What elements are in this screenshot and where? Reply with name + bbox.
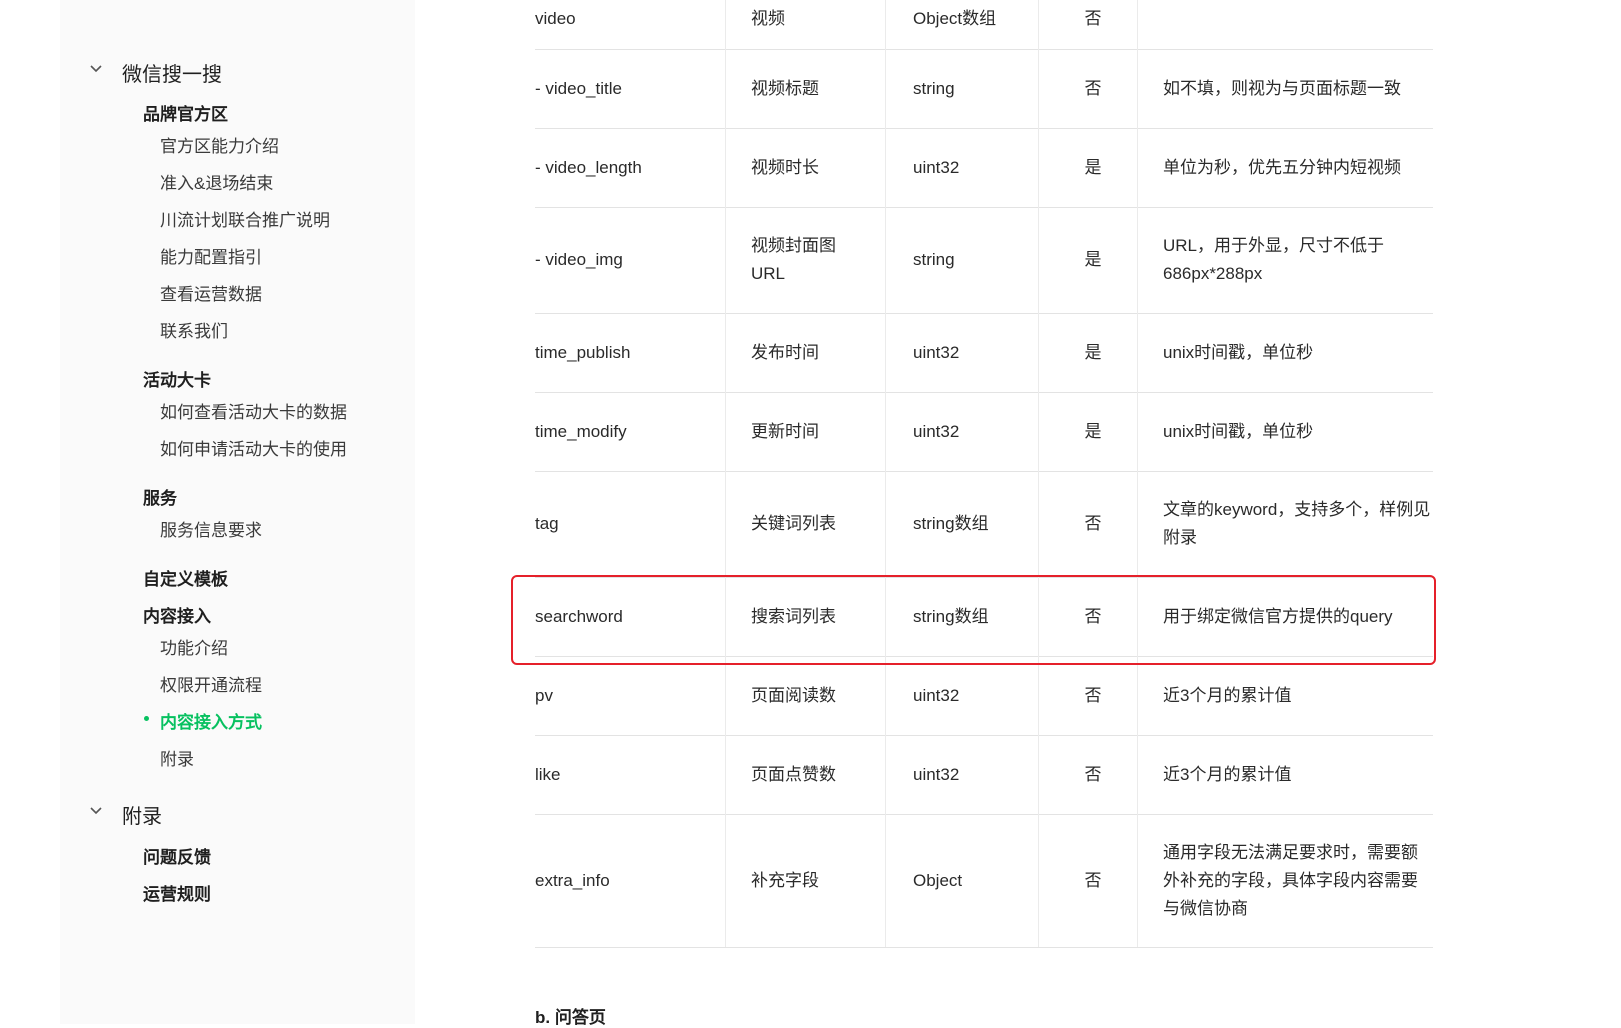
sidebar-group-weixin-search[interactable]: 微信搜一搜 (90, 58, 222, 87)
field-note-cell: 如不填，则视为与页面标题一致 (1163, 78, 1401, 98)
field-desc-cell: 页面阅读数 (751, 685, 836, 705)
sidebar-item[interactable]: 查看运营数据 (160, 280, 262, 305)
field-note-cell: unix时间戳，单位秒 (1163, 342, 1314, 362)
field-note-cell: unix时间戳，单位秒 (1163, 421, 1314, 441)
field-required-cell: 否 (1084, 870, 1102, 890)
table-row: pv 页面阅读数 uint32 否 近3个月的累计值 (535, 656, 1433, 736)
field-name-cell: - video_img (535, 250, 623, 269)
field-desc-cell: 视频时长 (751, 157, 819, 177)
field-required-cell: 否 (1084, 514, 1102, 533)
field-note-cell: 近3个月的累计值 (1163, 685, 1292, 705)
field-required-cell: 是 (1084, 421, 1102, 441)
field-name-cell: - video_title (535, 78, 622, 98)
table-row: time_publish 发布时间 uint32 是 unix时间戳，单位秒 (535, 313, 1433, 393)
field-type-cell: uint32 (913, 764, 960, 784)
field-desc-cell: 更新时间 (751, 421, 819, 441)
sidebar-item[interactable]: 官方区能力介绍 (160, 132, 279, 157)
sidebar-item[interactable]: 如何申请活动大卡的使用 (160, 435, 347, 460)
field-desc-cell: 视频封面图URL (751, 236, 836, 283)
sidebar-group-appendix[interactable]: 附录 (90, 800, 162, 829)
field-required-cell: 否 (1084, 764, 1102, 784)
active-bullet-icon (144, 716, 149, 721)
sidebar-item[interactable]: 能力配置指引 (160, 243, 262, 268)
table-row: like 页面点赞数 uint32 否 近3个月的累计值 (535, 735, 1433, 815)
field-name-cell: video (535, 8, 576, 28)
field-required-cell: 否 (1084, 685, 1102, 705)
field-type-cell: string数组 (913, 514, 989, 533)
field-type-cell: uint32 (913, 342, 960, 362)
chevron-down-icon (90, 64, 102, 75)
field-type-cell: string (913, 250, 955, 269)
field-type-cell: uint32 (913, 157, 960, 177)
sidebar-nav: 微信搜一搜 品牌官方区 官方区能力介绍 准入&退场结束 川流计划联合推广说明 能… (60, 0, 415, 1024)
chevron-down-icon (90, 806, 102, 817)
highlight-box (511, 575, 1436, 665)
field-name-cell: pv (535, 685, 553, 705)
field-required-cell: 是 (1084, 157, 1102, 177)
field-name-cell: tag (535, 514, 559, 533)
field-type-cell: string (913, 78, 955, 98)
field-type-cell: Object (913, 870, 963, 890)
sidebar-item[interactable]: 权限开通流程 (160, 671, 262, 696)
field-name-cell: time_modify (535, 421, 627, 441)
sidebar-group-title: 微信搜一搜 (122, 64, 222, 86)
field-note-cell: 通用字段无法满足要求时，需要额外补充的字段，具体字段内容需要与微信协商 (1163, 842, 1418, 918)
sidebar-item[interactable]: 川流计划联合推广说明 (160, 206, 330, 231)
sidebar-section-rules[interactable]: 运营规则 (143, 880, 211, 905)
sidebar-section-custom-template[interactable]: 自定义模板 (143, 565, 228, 590)
field-required-cell: 是 (1084, 250, 1102, 269)
sidebar-item[interactable]: 附录 (160, 745, 194, 770)
table-row: time_modify 更新时间 uint32 是 unix时间戳，单位秒 (535, 392, 1433, 472)
table-row: - video_img 视频封面图URL string 是 URL，用于外显，尺… (535, 207, 1433, 314)
field-desc-cell: 补充字段 (751, 870, 819, 890)
sidebar-item[interactable]: 如何查看活动大卡的数据 (160, 398, 347, 423)
field-type-cell: uint32 (913, 685, 960, 705)
table-row: - video_title 视频标题 string 否 如不填，则视为与页面标题… (535, 49, 1433, 129)
field-name-cell: - video_length (535, 157, 642, 177)
table-row: tag 关键词列表 string数组 否 文章的keyword，支持多个，样例见… (535, 471, 1433, 578)
field-name-cell: like (535, 764, 561, 784)
sidebar-item-label: 内容接入方式 (160, 713, 262, 732)
sidebar-section-brand-zone[interactable]: 品牌官方区 (143, 100, 228, 125)
field-name-cell: extra_info (535, 870, 610, 890)
sidebar-item[interactable]: 准入&退场结束 (160, 169, 273, 194)
sidebar-item[interactable]: 服务信息要求 (160, 516, 262, 541)
sidebar-item[interactable]: 联系我们 (160, 317, 228, 342)
field-note-cell: 文章的keyword，支持多个，样例见附录 (1163, 500, 1431, 547)
field-desc-cell: 页面点赞数 (751, 764, 836, 784)
field-type-cell: uint32 (913, 421, 960, 441)
field-note-cell: 近3个月的累计值 (1163, 764, 1292, 784)
field-desc-cell: 视频标题 (751, 78, 819, 98)
field-required-cell: 是 (1084, 342, 1102, 362)
section-heading: b. 问答页 (535, 1008, 606, 1027)
field-required-cell: 否 (1084, 78, 1102, 98)
field-name-cell: time_publish (535, 342, 631, 362)
field-required-cell: 否 (1084, 8, 1102, 28)
field-note-cell: URL，用于外显，尺寸不低于686px*288px (1163, 236, 1385, 283)
table-row: - video_length 视频时长 uint32 是 单位为秒，优先五分钟内… (535, 128, 1433, 208)
field-desc-cell: 视频 (751, 8, 785, 28)
sidebar-group-title: 附录 (122, 806, 162, 828)
field-type-cell: Object数组 (913, 8, 997, 28)
table-row: video 视频 Object数组 否 (535, 0, 1433, 50)
sidebar-section-feedback[interactable]: 问题反馈 (143, 843, 211, 868)
field-desc-cell: 发布时间 (751, 342, 819, 362)
table-row: extra_info 补充字段 Object 否 通用字段无法满足要求时，需要额… (535, 814, 1433, 948)
field-note-cell (1163, 0, 1431, 49)
sidebar-item[interactable]: 功能介绍 (160, 634, 228, 659)
field-note-cell: 单位为秒，优先五分钟内短视频 (1163, 157, 1401, 177)
sidebar-item-active[interactable]: 内容接入方式 (144, 708, 262, 733)
field-desc-cell: 关键词列表 (751, 514, 836, 533)
sidebar-section-activity-card[interactable]: 活动大卡 (143, 366, 211, 391)
sidebar-section-content-access[interactable]: 内容接入 (143, 602, 211, 627)
sidebar-section-service[interactable]: 服务 (143, 484, 177, 509)
